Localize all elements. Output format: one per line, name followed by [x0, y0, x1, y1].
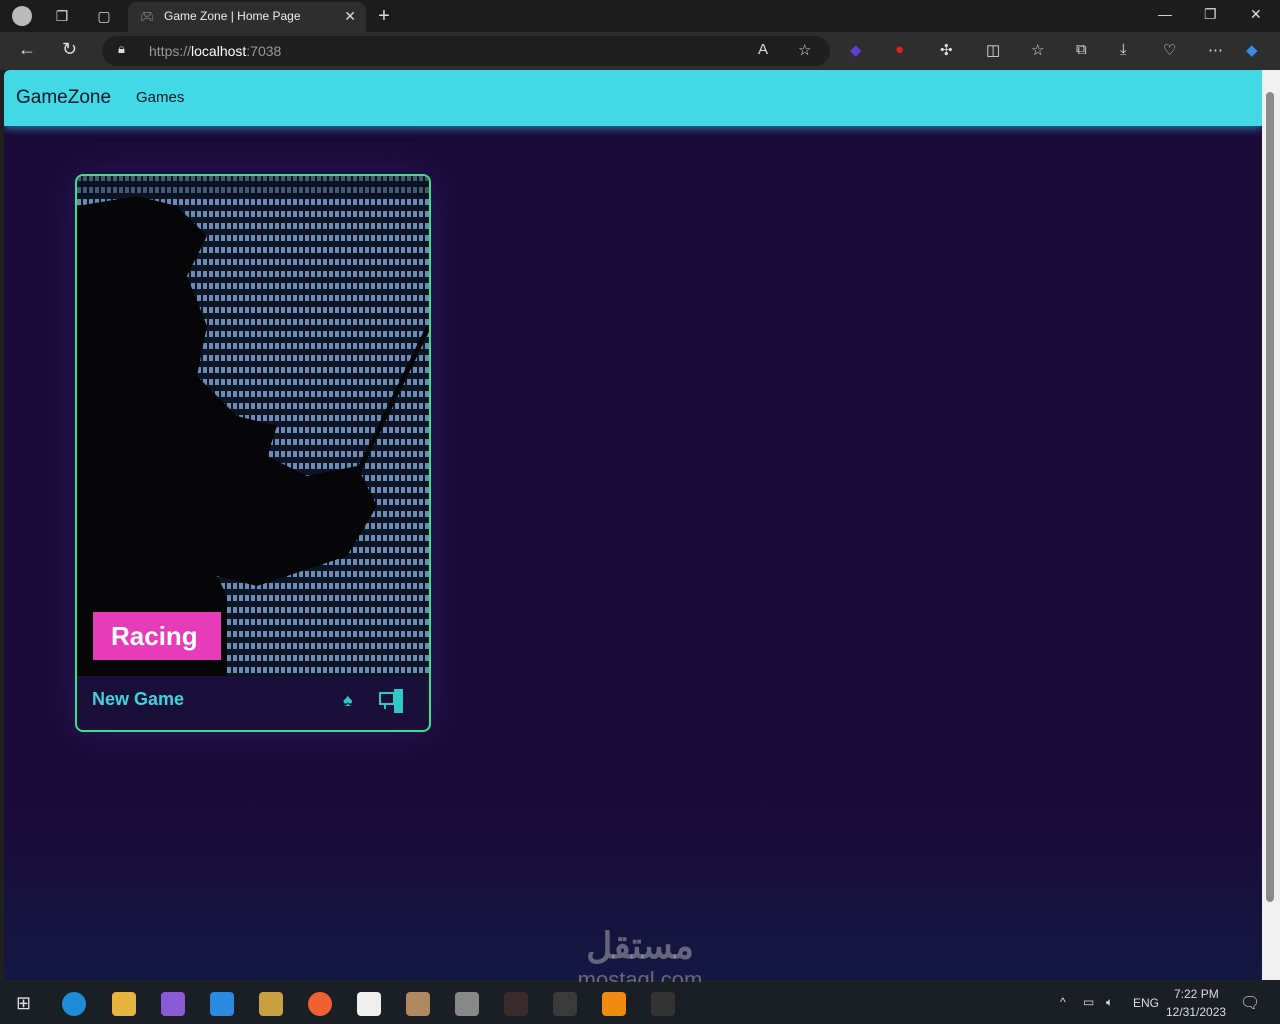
edge-taskbar-icon[interactable] [62, 992, 86, 1016]
start-icon[interactable]: ⊞ [16, 993, 31, 1014]
split-screen-icon[interactable]: ◫ [986, 41, 1000, 59]
adblock-icon[interactable]: ● [895, 41, 904, 58]
favorite-star-icon[interactable]: ☆ [798, 41, 811, 59]
hooded-figure-silhouette [77, 176, 429, 676]
clock-date[interactable]: 12/31/2023 [1166, 1005, 1226, 1019]
profile-avatar[interactable] [12, 6, 32, 26]
browser-toolbar: ← ↻ 🔒︎ https://localhost:7038 A ☆ ◆ ● ✣ … [0, 32, 1280, 70]
tray-chevron-icon[interactable]: ^ [1060, 995, 1066, 1009]
game-card[interactable]: Racing New Game ♠︎ [75, 174, 431, 732]
extensions-icon[interactable]: ✣ [940, 41, 953, 59]
playstation-icon: ♠︎ [343, 690, 353, 710]
read-aloud-icon[interactable]: A [758, 41, 768, 58]
close-window-icon[interactable]: ✕ [1250, 6, 1262, 23]
browser-tab-bar: ❐ ▢ 🎮︎ Game Zone | Home Page ✕ + — ❐ ✕ [0, 0, 1280, 32]
app-icon[interactable] [259, 992, 283, 1016]
new-tab-icon[interactable]: + [374, 6, 394, 26]
copilot-icon[interactable]: ◆ [1246, 41, 1258, 59]
terminal-icon[interactable] [651, 992, 675, 1016]
gamepad-icon: 🎮︎ [140, 11, 154, 23]
task-view-icon[interactable] [455, 992, 479, 1016]
network-icon[interactable]: ▭ [1083, 995, 1094, 1009]
favorites-icon[interactable]: ☆ [1031, 41, 1044, 59]
nav-link-games[interactable]: Games [136, 89, 184, 106]
page-viewport: GameZone Games Racing New Game ♠︎ [4, 70, 1262, 980]
tab-actions-icon[interactable]: ▢ [94, 6, 114, 26]
pc-icon [379, 689, 403, 713]
minimize-icon[interactable]: — [1158, 6, 1172, 22]
bug-icon[interactable] [504, 992, 528, 1016]
category-badge: Racing [93, 612, 221, 660]
lock-icon: 🔒︎ [118, 41, 125, 56]
visual-studio-icon[interactable] [161, 992, 185, 1016]
restore-icon[interactable]: ❐ [1204, 6, 1217, 23]
app-icon-2[interactable] [406, 992, 430, 1016]
url-text: https://localhost:7038 [149, 43, 282, 59]
refresh-icon[interactable]: ↻ [62, 39, 77, 60]
page-scrollbar[interactable] [1262, 70, 1280, 980]
vlc-icon[interactable] [602, 992, 626, 1016]
bug-icon-2[interactable] [553, 992, 577, 1016]
workspaces-icon[interactable]: ❐ [52, 6, 72, 26]
more-icon[interactable]: ⋯ [1208, 41, 1223, 59]
language-indicator[interactable]: ENG [1133, 996, 1159, 1010]
downloads-icon[interactable]: ⤓ [1120, 41, 1127, 58]
performance-icon[interactable]: ♡ [1163, 41, 1176, 59]
volume-icon[interactable]: 🔈︎ [1106, 995, 1113, 1010]
close-tab-icon[interactable]: ✕ [344, 8, 356, 25]
notifications-icon[interactable]: 🗨︎ [1240, 993, 1260, 1013]
scrollbar-thumb[interactable] [1266, 92, 1274, 902]
file-explorer-icon[interactable] [112, 992, 136, 1016]
windows-taskbar: ⊞ ^ ▭ 🔈︎ ENG 7:22 PM 12/31/2023 🗨︎ [0, 982, 1280, 1024]
address-bar[interactable]: 🔒︎ https://localhost:7038 A ☆ [102, 36, 830, 66]
game-title[interactable]: New Game [92, 689, 184, 710]
browser-tab[interactable]: 🎮︎ Game Zone | Home Page ✕ [128, 2, 366, 32]
clock-time[interactable]: 7:22 PM [1174, 987, 1219, 1001]
collections-icon[interactable]: ⧉ [1076, 41, 1087, 58]
vscode-icon[interactable] [210, 992, 234, 1016]
postman-icon[interactable] [308, 992, 332, 1016]
extension-icon[interactable]: ◆ [850, 41, 862, 59]
brand-logo[interactable]: GameZone [16, 87, 111, 109]
tab-title: Game Zone | Home Page [164, 9, 301, 23]
site-navbar: GameZone Games [4, 70, 1262, 126]
game-cover-image: Racing [77, 176, 429, 676]
store-icon[interactable] [357, 992, 381, 1016]
back-icon[interactable]: ← [18, 39, 36, 60]
